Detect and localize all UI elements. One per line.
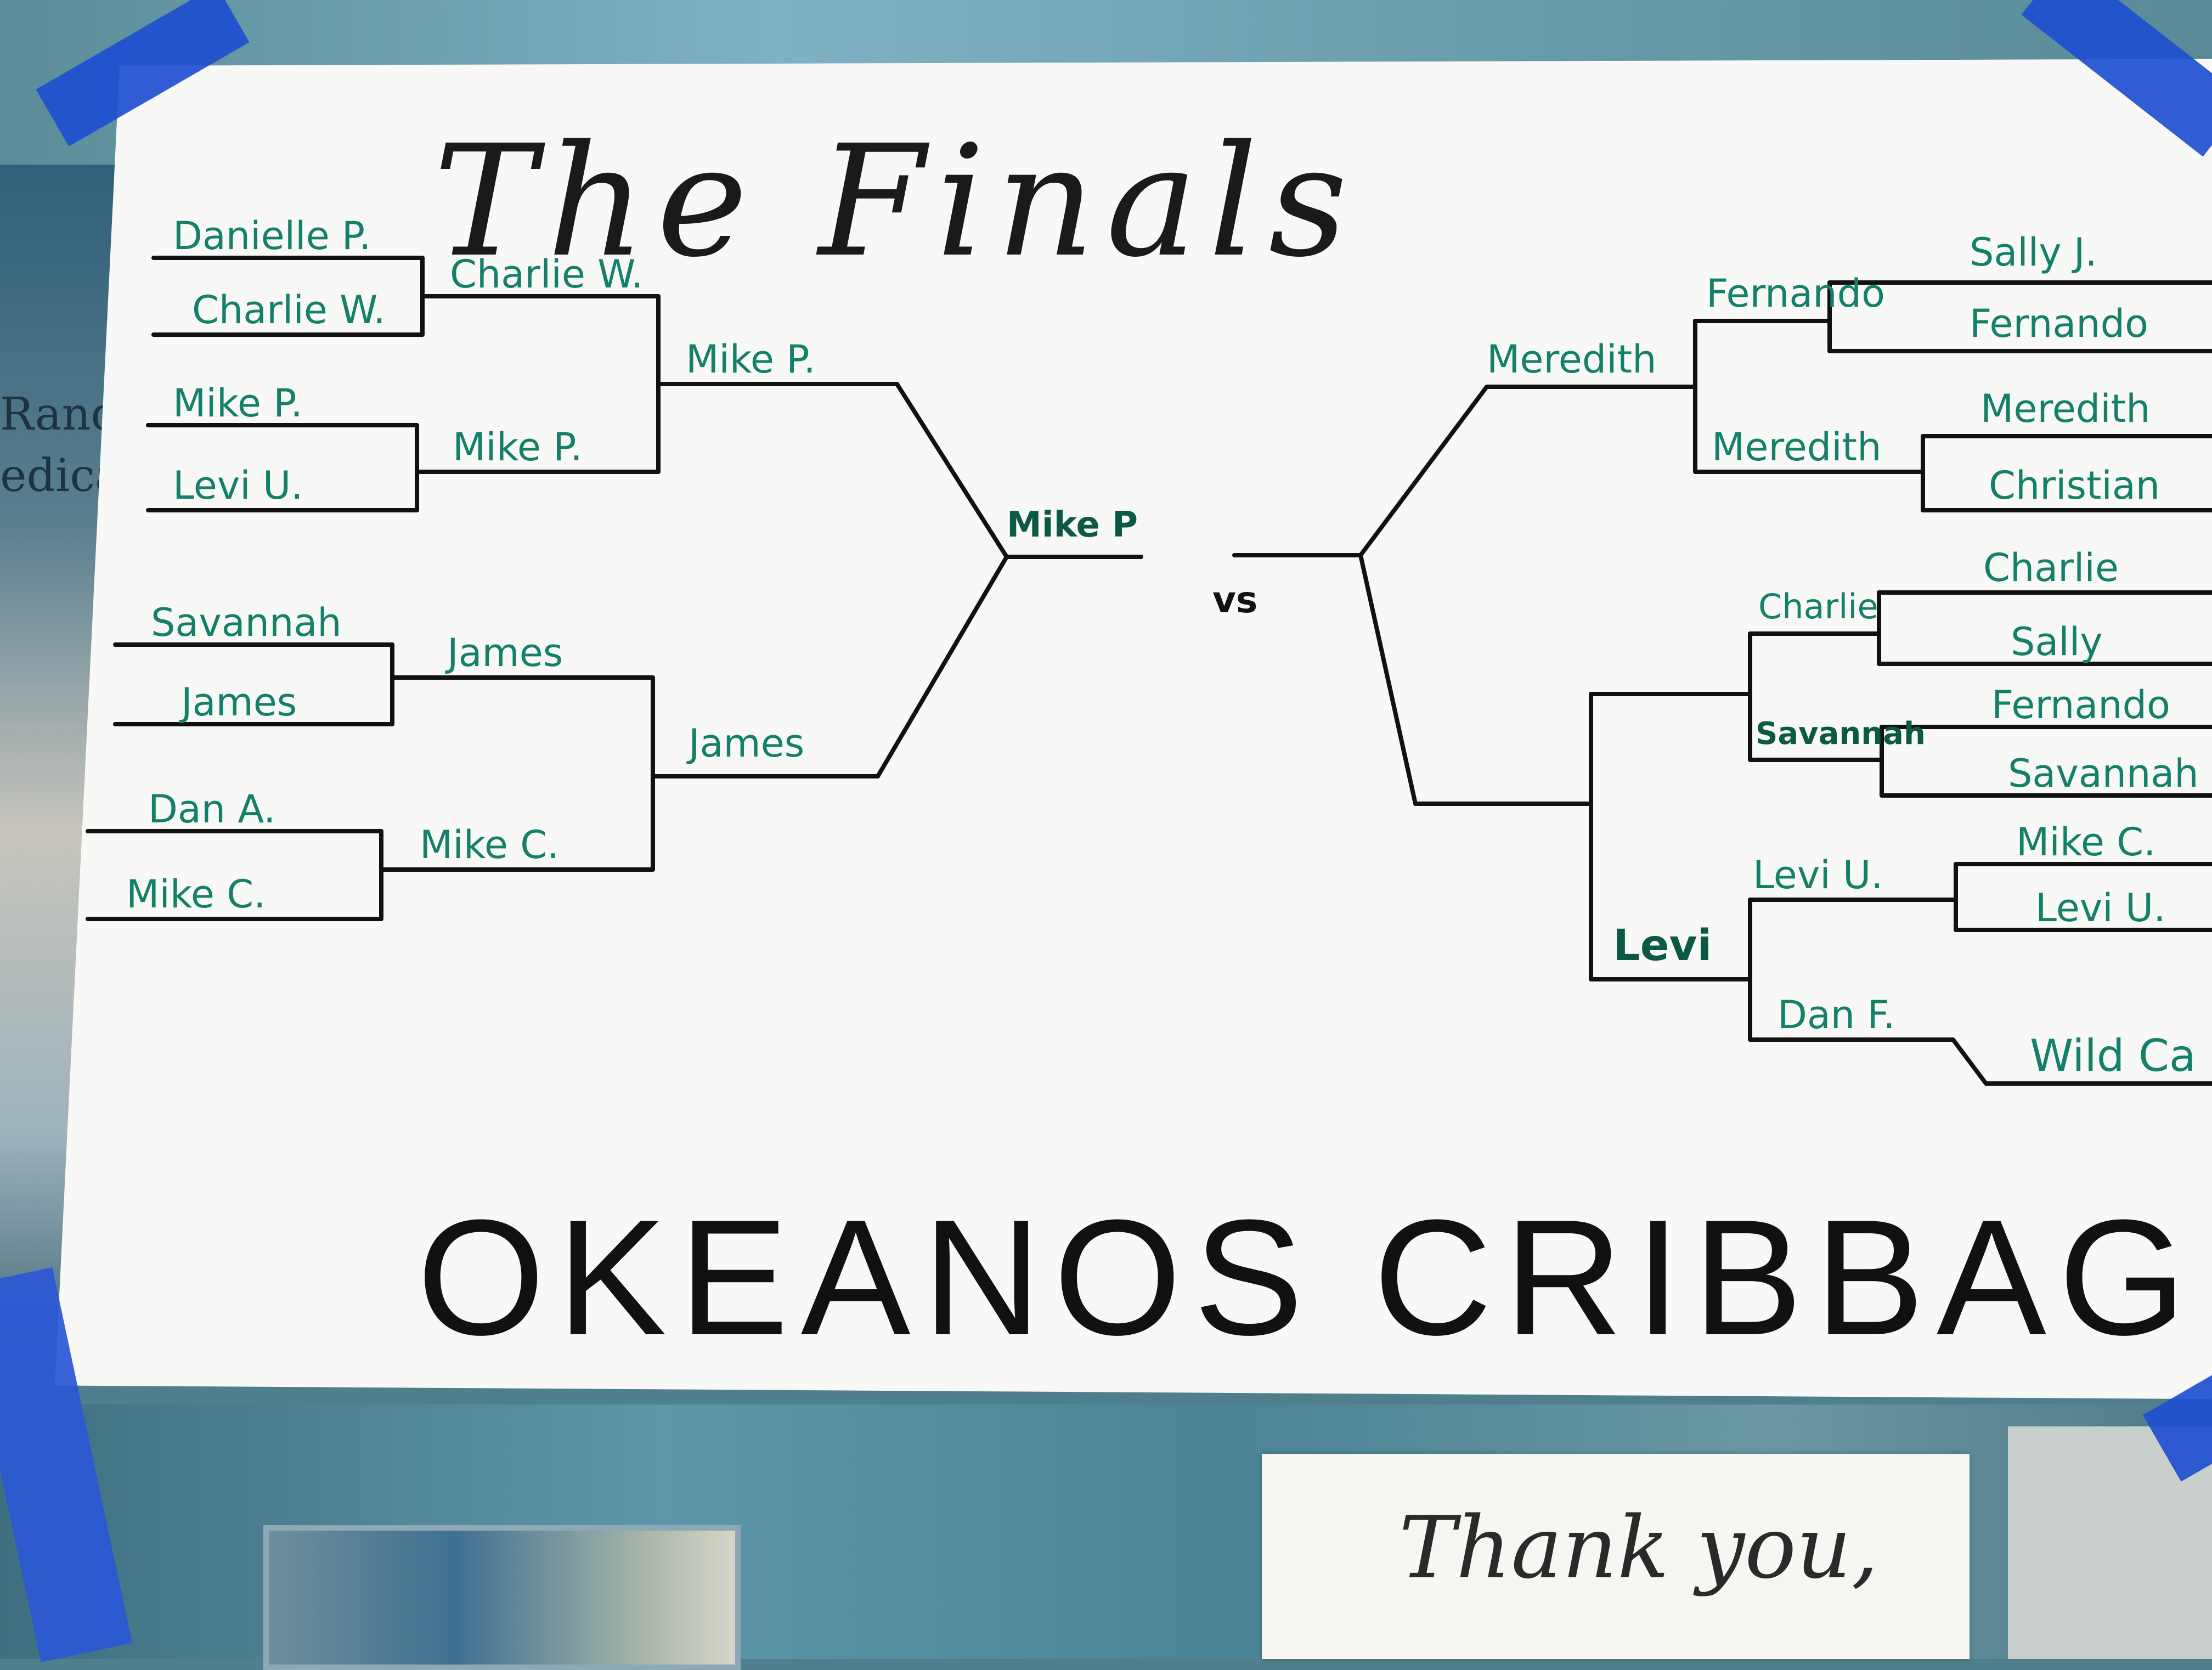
left-r1-name: Danielle P. xyxy=(173,213,371,258)
left-r2-name: Mike C. xyxy=(420,822,560,867)
bracket-poster: The Finals vs OKEANOS CRIBBAGE Danielle … xyxy=(55,59,2212,1400)
right-r1-name: Wild Ca xyxy=(2030,1030,2196,1081)
right-r3-line xyxy=(1358,385,1697,557)
right-r1-name: Charlie xyxy=(1983,545,2119,590)
right-r2-name: Savannah xyxy=(1756,716,1926,752)
vs-label: vs xyxy=(1212,579,1258,621)
right-r1-name: Sally xyxy=(2011,619,2103,664)
left-r2-name: Mike P. xyxy=(453,425,583,470)
left-r2-name: James xyxy=(447,630,563,675)
right-r2-name: Charlie xyxy=(1758,586,1878,627)
right-r2-name: Levi U. xyxy=(1753,853,1883,898)
left-r1-name: Charlie W. xyxy=(192,287,386,332)
right-r1-name: Levi U. xyxy=(2035,885,2166,930)
right-r3-line xyxy=(1358,553,1593,806)
background-photo-bottom xyxy=(263,1525,741,1670)
right-r1-name: Meredith xyxy=(1980,386,2151,431)
left-r3-name: James xyxy=(689,721,805,766)
right-r1-name: Savannah xyxy=(2008,751,2199,796)
left-r3-line xyxy=(656,382,1009,559)
right-r1-name: Mike C. xyxy=(2016,820,2156,865)
right-r2-name: Fernando xyxy=(1706,271,1885,316)
left-r1-name: Savannah xyxy=(151,600,342,645)
right-r1-name: Fernando xyxy=(1991,682,2170,727)
right-r1-name: Fernando xyxy=(1970,301,2148,346)
right-r3-name: Levi xyxy=(1613,921,1712,971)
left-r1-name: Mike C. xyxy=(126,872,266,917)
thank-you-card: Thank you, xyxy=(1262,1454,1970,1659)
left-r3-name: Mike P. xyxy=(686,337,816,382)
left-r1-name: Mike P. xyxy=(173,381,303,426)
left-r1-name: Dan A. xyxy=(148,787,276,832)
right-r3-name: Meredith xyxy=(1487,337,1657,382)
right-r1-name: Sally J. xyxy=(1970,230,2097,275)
right-r2-name: Dan F. xyxy=(1778,992,1895,1037)
left-finalist-name: Mike P xyxy=(1007,505,1138,545)
right-r2-name: Meredith xyxy=(1712,425,1882,470)
thank-you-text: Thank you, xyxy=(1399,1498,1879,1598)
right-r1-name: Christian xyxy=(1989,463,2160,508)
left-r1-name: James xyxy=(181,680,297,725)
left-r2-name: Charlie W. xyxy=(450,252,644,297)
poster-footer-title: OKEANOS CRIBBAGE xyxy=(417,1185,2212,1369)
left-r1-name: Levi U. xyxy=(173,463,303,508)
